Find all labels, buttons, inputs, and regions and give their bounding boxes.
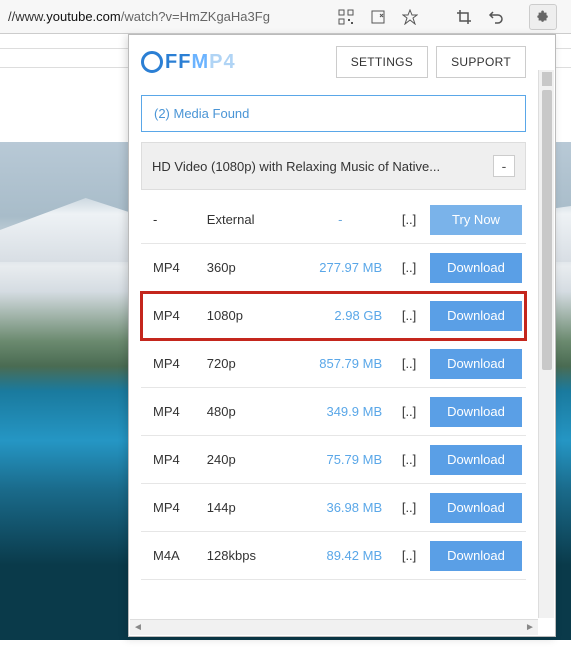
reader-icon[interactable] — [369, 8, 387, 26]
extension-popup: ◄ ► FFMP4 SETTINGS SUPPORT (2) Media Fou… — [128, 34, 556, 637]
format-cell: MP4 — [141, 356, 203, 371]
vertical-scrollbar[interactable] — [538, 70, 554, 618]
download-button[interactable]: Download — [430, 301, 522, 331]
try-now-button[interactable]: Try Now — [430, 205, 522, 235]
expand-cell[interactable]: [..] — [392, 452, 426, 467]
address-bar-icons — [331, 8, 425, 26]
qr-icon[interactable] — [337, 8, 355, 26]
download-button[interactable]: Download — [430, 397, 522, 427]
video-title: HD Video (1080p) with Relaxing Music of … — [152, 159, 493, 174]
size-cell: - — [298, 212, 388, 227]
format-row: MP4 480p349.9 MB [..] Download — [141, 388, 526, 436]
format-row: M4A 128kbps89.42 MB [..] Download — [141, 532, 526, 580]
download-button[interactable]: Download — [430, 253, 522, 283]
logo: FFMP4 — [141, 51, 236, 74]
quality-cell: 480p — [207, 404, 295, 419]
toolbar-right-icons — [449, 4, 563, 30]
url-prefix: //www. — [8, 9, 46, 24]
settings-button[interactable]: SETTINGS — [336, 46, 428, 78]
undo-icon[interactable] — [487, 8, 505, 26]
quality-cell: 128kbps — [207, 548, 295, 563]
download-button[interactable]: Download — [430, 493, 522, 523]
format-cell: MP4 — [141, 260, 203, 275]
format-cell: MP4 — [141, 308, 203, 323]
format-row: MP4 144p36.98 MB [..] Download — [141, 484, 526, 532]
size-cell: 349.9 MB — [298, 404, 388, 419]
format-row: MP4 360p277.97 MB [..] Download — [141, 244, 526, 292]
url-path: /watch?v=HmZKgaHa3Fg — [121, 9, 270, 24]
expand-cell[interactable]: [..] — [392, 356, 426, 371]
download-button[interactable]: Download — [430, 349, 522, 379]
quality-cell: External — [207, 212, 295, 227]
download-button[interactable]: Download — [430, 445, 522, 475]
media-found-banner[interactable]: (2) Media Found — [141, 95, 526, 132]
horizontal-scrollbar[interactable]: ◄ ► — [130, 619, 538, 635]
format-row: -External-[..]Try Now — [141, 196, 526, 244]
scroll-right-arrow[interactable]: ► — [522, 621, 538, 635]
extension-puzzle-icon[interactable] — [529, 4, 557, 30]
logo-circle-icon — [141, 51, 163, 73]
format-row: MP4 720p857.79 MB [..] Download — [141, 340, 526, 388]
quality-cell: 144p — [207, 500, 295, 515]
format-cell: M4A — [141, 548, 203, 563]
size-cell: 36.98 MB — [298, 500, 388, 515]
quality-cell: 1080p — [207, 308, 295, 323]
format-list: -External-[..]Try NowMP4360p277.97 MB[..… — [129, 196, 538, 619]
expand-cell[interactable]: [..] — [392, 500, 426, 515]
expand-cell[interactable]: [..] — [392, 308, 426, 323]
format-cell: - — [141, 212, 203, 227]
video-title-bar: HD Video (1080p) with Relaxing Music of … — [141, 142, 526, 190]
expand-cell[interactable]: [..] — [392, 548, 426, 563]
size-cell: 277.97 MB — [298, 260, 388, 275]
quality-cell: 240p — [207, 452, 295, 467]
scroll-left-arrow[interactable]: ◄ — [130, 621, 146, 635]
expand-cell[interactable]: [..] — [392, 404, 426, 419]
browser-address-bar: //www.youtube.com/watch?v=HmZKgaHa3Fg — [0, 0, 571, 34]
size-cell: 89.42 MB — [298, 548, 388, 563]
expand-cell[interactable]: [..] — [392, 260, 426, 275]
format-row: MP4 1080p2.98 GB [..] Download — [141, 292, 526, 340]
format-cell: MP4 — [141, 404, 203, 419]
quality-cell: 720p — [207, 356, 295, 371]
size-cell: 2.98 GB — [298, 308, 388, 323]
size-cell: 75.79 MB — [298, 452, 388, 467]
panel-header: FFMP4 SETTINGS SUPPORT — [129, 35, 538, 89]
format-cell: MP4 — [141, 452, 203, 467]
format-row: MP4 240p75.79 MB [..] Download — [141, 436, 526, 484]
support-button[interactable]: SUPPORT — [436, 46, 526, 78]
format-cell: MP4 — [141, 500, 203, 515]
download-button[interactable]: Download — [430, 541, 522, 571]
url-text[interactable]: //www.youtube.com/watch?v=HmZKgaHa3Fg — [8, 9, 331, 24]
url-domain: youtube.com — [46, 9, 120, 24]
bookmark-star-icon[interactable] — [401, 8, 419, 26]
size-cell: 857.79 MB — [298, 356, 388, 371]
expand-cell[interactable]: [..] — [392, 212, 426, 227]
crop-icon[interactable] — [455, 8, 473, 26]
collapse-button[interactable]: - — [493, 155, 515, 177]
quality-cell: 360p — [207, 260, 295, 275]
